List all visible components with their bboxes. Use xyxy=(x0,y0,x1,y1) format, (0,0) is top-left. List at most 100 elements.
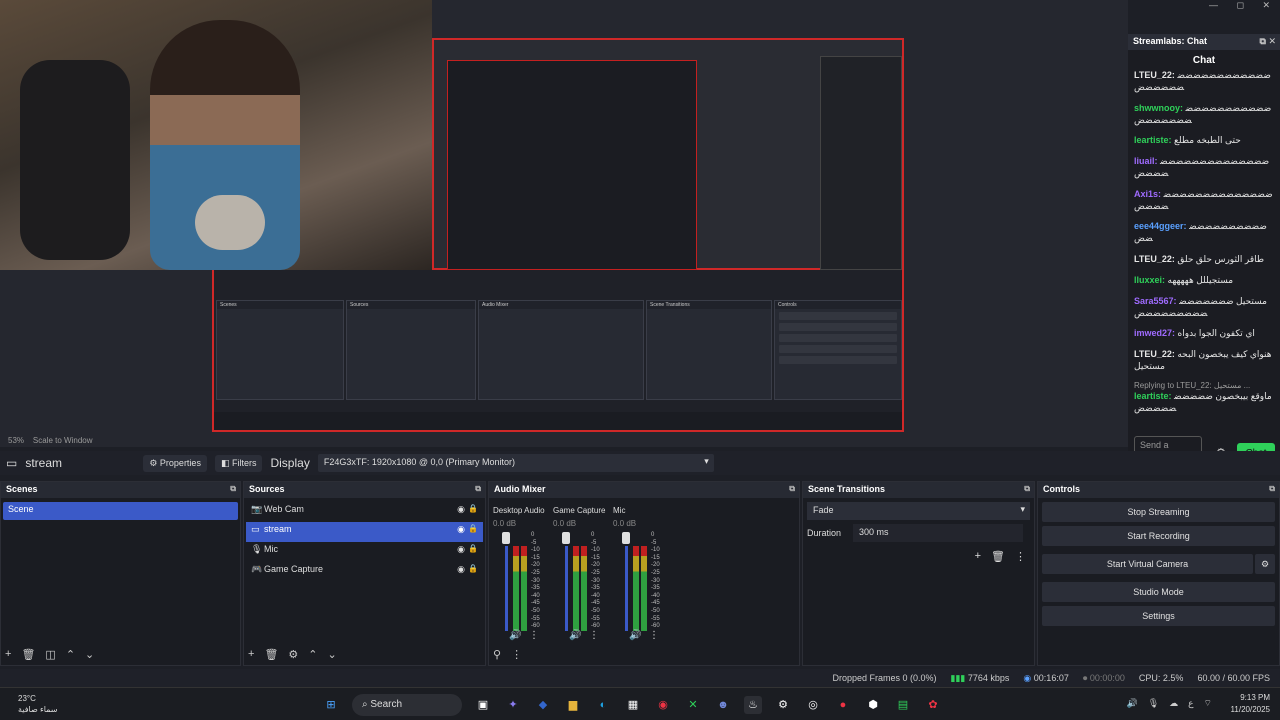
properties-button[interactable]: ⚙ Properties xyxy=(143,454,207,472)
down-icon[interactable]: ⌄ xyxy=(85,648,94,661)
copilot-icon[interactable]: ◆ xyxy=(534,696,552,714)
trash-icon[interactable]: 🗑 xyxy=(991,550,1005,563)
more-icon[interactable]: ⋮ xyxy=(589,630,599,641)
scene-item[interactable]: Scene xyxy=(3,502,238,520)
start-recording-button[interactable]: Start Recording xyxy=(1042,526,1275,546)
chrome-icon[interactable]: ◉ xyxy=(654,696,672,714)
fader-knob[interactable] xyxy=(562,532,570,544)
add-icon[interactable]: + xyxy=(248,648,254,661)
gear-icon[interactable]: ⚙ xyxy=(288,648,298,661)
fader-knob[interactable] xyxy=(622,532,630,544)
volume-fader[interactable] xyxy=(505,546,508,631)
more-icon[interactable]: ⋮ xyxy=(529,630,539,641)
lock-icon[interactable]: 🔒 xyxy=(468,504,478,513)
app-icon[interactable]: ⬢ xyxy=(864,696,882,714)
up-icon[interactable]: ⌃ xyxy=(66,648,75,661)
add-icon[interactable]: + xyxy=(5,648,11,661)
folder-icon[interactable]: ▆ xyxy=(564,696,582,714)
volume-fader[interactable] xyxy=(625,546,628,631)
fader-knob[interactable] xyxy=(502,532,510,544)
eye-icon[interactable]: ◉ xyxy=(457,564,465,575)
trash-icon[interactable]: 🗑 xyxy=(264,648,278,661)
taskview-icon[interactable]: ▣ xyxy=(474,696,492,714)
eye-icon[interactable]: ◉ xyxy=(457,504,465,515)
speaker-icon[interactable]: 🔊 xyxy=(629,630,641,641)
level-meter xyxy=(581,546,587,631)
speaker-icon[interactable]: 🔊 xyxy=(569,630,581,641)
eye-icon[interactable]: ◉ xyxy=(457,544,465,555)
cloud-icon[interactable]: ☁ xyxy=(1169,698,1178,709)
down-icon[interactable]: ⌄ xyxy=(328,648,337,661)
add-icon[interactable]: + xyxy=(975,550,981,563)
source-item[interactable]: ▭ stream ◉ 🔒 xyxy=(246,522,483,542)
settings-icon[interactable]: ⚙ xyxy=(774,696,792,714)
signal-icon: ▮▮▮ xyxy=(950,672,966,683)
chat-username[interactable]: LTEU_22: xyxy=(1134,349,1175,359)
close-button[interactable]: ✕ xyxy=(1262,0,1270,10)
up-icon[interactable]: ⌃ xyxy=(308,648,317,661)
start-virtual-camera-button[interactable]: Start Virtual Camera xyxy=(1042,554,1253,574)
chat-username[interactable]: Sara5567: xyxy=(1134,296,1177,306)
lock-icon[interactable]: 🔒 xyxy=(468,524,478,533)
chat-username[interactable]: LTEU_22: xyxy=(1134,254,1175,264)
teams-icon[interactable]: ✦ xyxy=(504,696,522,714)
chat-username[interactable]: Axi1s: xyxy=(1134,189,1161,199)
xbox-icon[interactable]: ✕ xyxy=(684,696,702,714)
wifi-icon[interactable]: ⌔ xyxy=(1204,698,1212,709)
popout-icon[interactable]: ⧉ xyxy=(1024,484,1030,494)
popout-icon[interactable]: ⧉ xyxy=(230,484,236,494)
lock-icon[interactable]: 🔒 xyxy=(468,564,478,573)
mic-tray-icon[interactable]: 🎙 xyxy=(1148,698,1159,709)
edge-icon[interactable]: ◐ xyxy=(594,696,612,714)
store-icon[interactable]: ▦ xyxy=(624,696,642,714)
volume-icon[interactable]: 🔊 xyxy=(1127,698,1138,709)
virtual-camera-settings-icon[interactable]: ⚙ xyxy=(1255,554,1275,574)
chat-username[interactable]: eee44ggeer: xyxy=(1134,221,1187,231)
studio-mode-button[interactable]: Studio Mode xyxy=(1042,582,1275,602)
chat-username[interactable]: imwed27: xyxy=(1134,328,1175,338)
source-item[interactable]: 🎙 Mic ◉ 🔒 xyxy=(246,542,483,562)
link-icon[interactable]: ⚲ xyxy=(493,648,501,661)
chat-username[interactable]: lluxxei: xyxy=(1134,275,1165,285)
obs-icon[interactable]: ◎ xyxy=(804,696,822,714)
taskbar-search[interactable]: ⌕ Search xyxy=(352,694,462,716)
filter-icon[interactable]: ◫ xyxy=(45,648,55,661)
volume-fader[interactable] xyxy=(565,546,568,631)
chat-username[interactable]: liuail: xyxy=(1134,156,1158,166)
eye-icon[interactable]: ◉ xyxy=(457,524,465,535)
chat-username[interactable]: shwwnooy: xyxy=(1134,103,1183,113)
popout-icon[interactable]: ⧉ xyxy=(789,484,795,494)
lang-indicator[interactable]: ع xyxy=(1188,698,1193,709)
chat-username[interactable]: LTEU_22: xyxy=(1134,70,1175,80)
lock-icon[interactable]: 🔒 xyxy=(468,544,478,553)
transition-select[interactable]: Fade xyxy=(807,502,1030,520)
streamlabs-icon[interactable]: ▤ xyxy=(894,696,912,714)
minimize-button[interactable]: — xyxy=(1209,0,1218,10)
source-item[interactable]: 🎮 Game Capture ◉ 🔒 xyxy=(246,562,483,582)
chat-dock-popout-icon[interactable]: ⧉ ✕ xyxy=(1260,36,1276,47)
chat-username[interactable]: leartiste: xyxy=(1134,391,1172,401)
filters-button[interactable]: ◧ Filters xyxy=(214,454,263,472)
scale-mode[interactable]: Scale to Window xyxy=(33,436,93,445)
browser-icon[interactable]: ● xyxy=(834,696,852,714)
more-icon[interactable]: ⋮ xyxy=(649,630,659,641)
steam-icon[interactable]: ♨ xyxy=(744,696,762,714)
stop-streaming-button[interactable]: Stop Streaming xyxy=(1042,502,1275,522)
discord-icon[interactable]: ☻ xyxy=(714,696,732,714)
trash-icon[interactable]: 🗑 xyxy=(21,648,35,661)
display-select[interactable]: F24G3xTF: 1920x1080 @ 0,0 (Primary Monit… xyxy=(317,454,714,472)
duration-input[interactable]: 300 ms xyxy=(853,524,1024,542)
clock[interactable]: 9:13 PM 11/20/2025 xyxy=(1231,692,1270,716)
more-icon[interactable]: ⋮ xyxy=(511,648,522,661)
weather-widget[interactable]: 23°C سماء صافية xyxy=(18,693,58,715)
popout-icon[interactable]: ⧉ xyxy=(1269,484,1275,494)
chat-username[interactable]: leartiste: xyxy=(1134,135,1172,145)
popout-icon[interactable]: ⧉ xyxy=(475,484,481,494)
speaker-icon[interactable]: 🔊 xyxy=(509,630,521,641)
windows-start-icon[interactable]: ⊞ xyxy=(322,696,340,714)
source-item[interactable]: 📷 Web Cam ◉ 🔒 xyxy=(246,502,483,522)
maximize-button[interactable]: ◻ xyxy=(1236,0,1243,10)
more-icon[interactable]: ⋮ xyxy=(1015,550,1026,563)
game-icon[interactable]: ✿ xyxy=(924,696,942,714)
settings-button[interactable]: Settings xyxy=(1042,606,1275,626)
